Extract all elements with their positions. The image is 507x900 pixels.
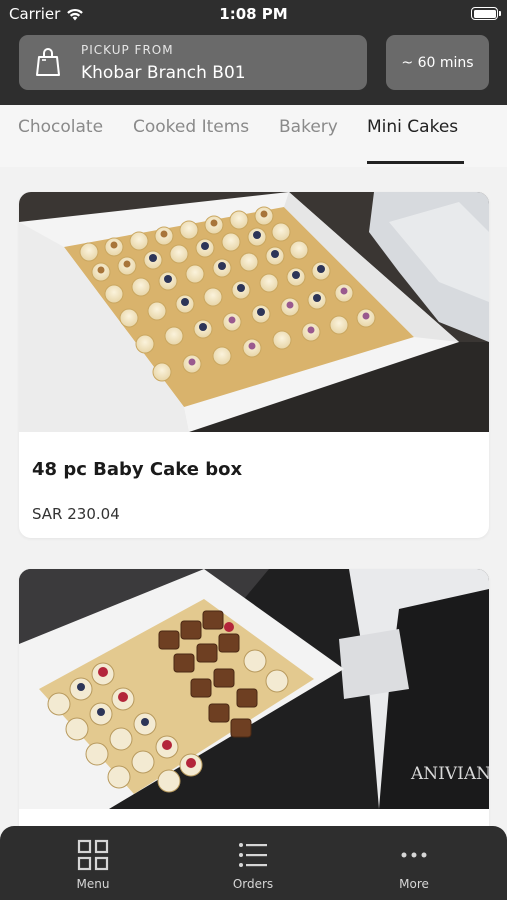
nav-orders-label: Orders xyxy=(232,877,274,891)
category-tabs: Chocolate Cooked Items Bakery Mini Cakes xyxy=(0,105,507,167)
app-screen: Carrier 1:08 PM PICKUP FROM Khobar Branc… xyxy=(0,0,507,900)
grid-icon xyxy=(77,839,109,871)
nav-menu[interactable]: Menu xyxy=(33,826,153,900)
tab-chocolate[interactable]: Chocolate xyxy=(18,117,103,137)
tab-cooked-items[interactable]: Cooked Items xyxy=(133,117,249,137)
active-tab-indicator xyxy=(367,161,464,164)
status-time: 1:08 PM xyxy=(219,5,288,23)
eta-button[interactable]: ~ 60 mins xyxy=(386,35,489,90)
pickup-label: PICKUP FROM xyxy=(81,43,174,57)
shopping-bag-icon xyxy=(36,48,60,76)
nav-more[interactable]: More xyxy=(354,826,474,900)
nav-orders[interactable]: Orders xyxy=(193,826,313,900)
product-title: 48 pc Baby Cake box xyxy=(32,459,243,480)
product-image-cupcakes-box xyxy=(19,192,489,432)
product-card[interactable]: 48 pc Baby Cake box SAR 230.04 xyxy=(19,192,489,538)
product-price: SAR 230.04 xyxy=(32,505,120,523)
battery-icon xyxy=(471,7,501,20)
pickup-branch-name: Khobar Branch B01 xyxy=(81,63,246,83)
tab-bakery[interactable]: Bakery xyxy=(279,117,338,137)
product-image-mixed-cupcakes-box: ANIVIANI xyxy=(19,569,489,809)
nav-more-label: More xyxy=(399,877,429,891)
bottom-navigation: Menu Orders More xyxy=(0,826,507,900)
status-bar: Carrier 1:08 PM xyxy=(0,0,507,28)
top-header: Carrier 1:08 PM PICKUP FROM Khobar Branc… xyxy=(0,0,507,105)
more-dots-icon xyxy=(401,852,427,858)
product-card[interactable]: ANIVIANI xyxy=(19,569,489,869)
pickup-location-button[interactable]: PICKUP FROM Khobar Branch B01 xyxy=(19,35,367,90)
tab-mini-cakes[interactable]: Mini Cakes xyxy=(367,117,458,137)
list-icon xyxy=(239,843,267,867)
nav-menu-label: Menu xyxy=(76,877,110,891)
apron-logo-text: ANIVIANI xyxy=(410,764,489,784)
